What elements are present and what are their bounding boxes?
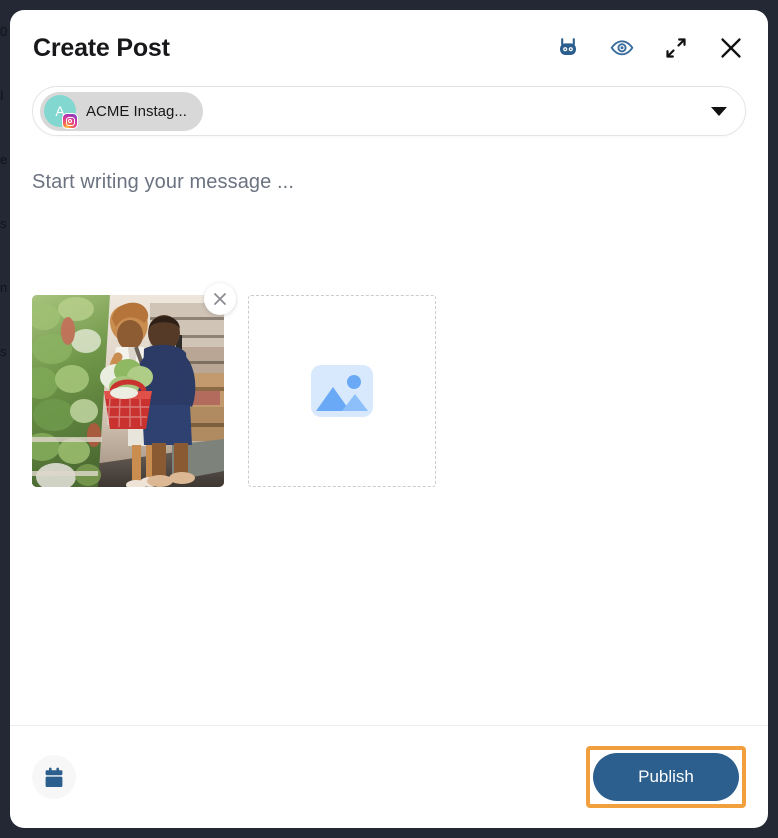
attached-media-thumbnail[interactable]: [32, 283, 236, 487]
create-post-modal: Create Post A ACME Instag... Start writi…: [10, 10, 768, 828]
modal-header: Create Post: [10, 10, 768, 86]
selected-account-chip[interactable]: A ACME Instag...: [40, 91, 203, 131]
media-row: [32, 283, 746, 487]
add-media-dropzone[interactable]: [248, 295, 436, 487]
account-name: ACME Instag...: [86, 102, 187, 120]
instagram-icon: [62, 113, 78, 129]
page-title: Create Post: [33, 33, 170, 62]
remove-media-button[interactable]: [204, 283, 236, 315]
modal-footer: Publish: [10, 725, 768, 828]
publish-button-highlight: Publish: [586, 746, 746, 808]
close-icon[interactable]: [718, 35, 744, 61]
header-actions: [556, 35, 744, 61]
chevron-down-icon[interactable]: [711, 106, 727, 116]
image-placeholder-icon: [311, 365, 373, 417]
expand-icon[interactable]: [664, 36, 688, 60]
account-select[interactable]: A ACME Instag...: [32, 86, 746, 136]
avatar: A: [44, 95, 78, 129]
eye-icon[interactable]: [610, 38, 634, 58]
modal-body: Start writing your message ...: [10, 136, 768, 725]
grocery-store-photo: [32, 295, 224, 487]
calendar-icon[interactable]: [32, 755, 76, 799]
red-shopping-basket: [104, 379, 152, 429]
bot-icon[interactable]: [556, 36, 580, 60]
message-input[interactable]: Start writing your message ...: [32, 171, 746, 281]
publish-button[interactable]: Publish: [593, 753, 739, 801]
media-preview-image: [32, 295, 224, 487]
